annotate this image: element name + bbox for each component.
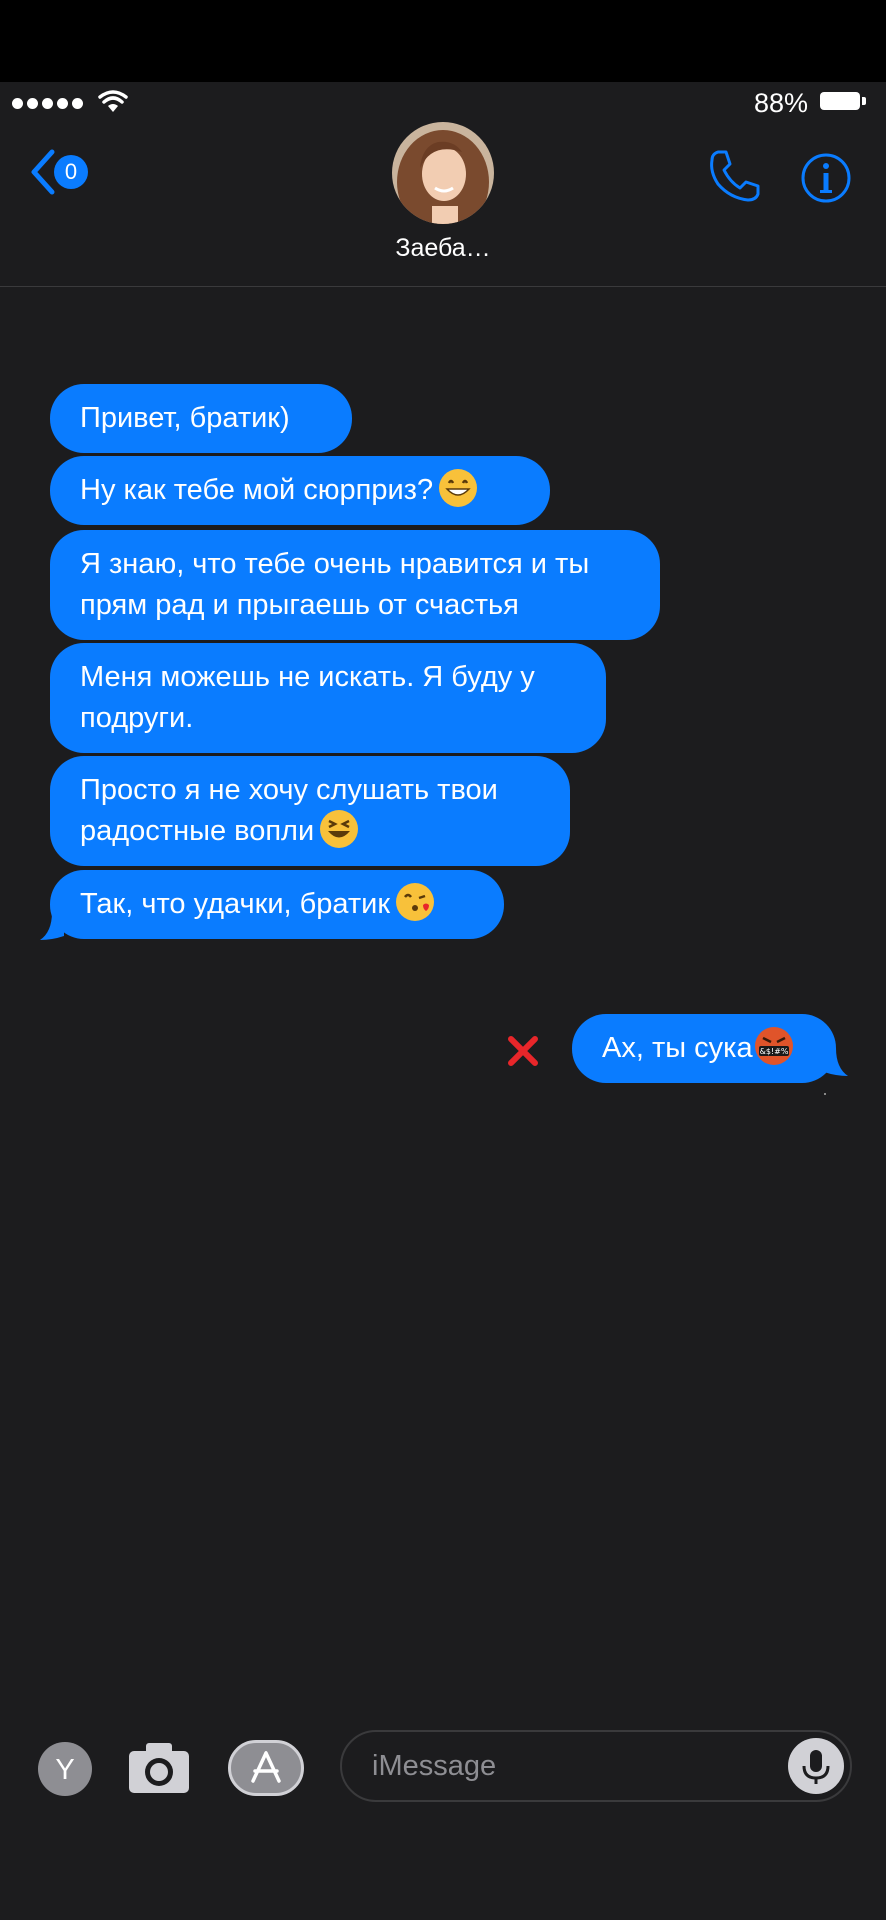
conversation-view	[0, 82, 886, 1920]
app-store-button[interactable]	[228, 1740, 304, 1796]
bubble-tail	[824, 1048, 848, 1076]
unread-count-badge: 0	[54, 155, 88, 189]
message-text-line: радостные вопли	[80, 815, 315, 847]
message-text-line: Меня можешь не искать. Я буду у	[80, 661, 535, 693]
battery-percentage: 88%	[753, 88, 808, 118]
contact-name[interactable]: Заеба…	[343, 234, 543, 263]
incoming-message[interactable]: Меня можешь не искать. Я буду у подруги.	[50, 643, 606, 753]
wifi-icon	[98, 90, 128, 112]
app-drawer-label: Y	[55, 1754, 74, 1786]
cursing-face-icon: &$!#%	[754, 1027, 793, 1066]
delivery-dot	[824, 1093, 826, 1095]
messages-screen: 88% 0 Заеба… Привет, братик) Ну как тебе…	[0, 0, 886, 1920]
info-icon[interactable]	[800, 152, 852, 204]
outgoing-message[interactable]: Ах, ты сука &$!#%	[572, 1014, 836, 1083]
phone-icon[interactable]	[706, 148, 762, 204]
avatar[interactable]	[392, 122, 494, 224]
bubble-tail	[40, 912, 64, 940]
laughing-face-icon	[320, 810, 359, 849]
cellular-signal-icon	[12, 98, 83, 109]
conversation-header: 0 Заеба…	[0, 122, 886, 287]
incoming-message[interactable]: Так, что удачки, братик	[50, 870, 504, 939]
app-store-icon	[251, 1751, 281, 1783]
incoming-message[interactable]: Привет, братик)	[50, 384, 352, 453]
battery-tip	[862, 97, 866, 105]
message-text: Так, что удачки, братик	[80, 888, 391, 920]
message-text: Ну как тебе мой сюрприз?	[80, 474, 434, 506]
message-text-line: подруги.	[80, 702, 194, 734]
message-input[interactable]: iMessage	[340, 1730, 852, 1802]
app-drawer-button[interactable]: Y	[38, 1742, 92, 1796]
kissing-face-icon	[396, 883, 435, 922]
grinning-face-icon	[439, 469, 478, 508]
message-input-placeholder: iMessage	[372, 1750, 497, 1782]
microphone-button[interactable]	[788, 1738, 844, 1794]
message-text-line: прям рад и прыгаешь от счастья	[80, 589, 519, 621]
camera-icon[interactable]	[128, 1742, 190, 1794]
message-text-line: Я знаю, что тебе очень нравится и ты	[80, 548, 590, 580]
chevron-left-icon	[31, 149, 55, 195]
incoming-message[interactable]: Ну как тебе мой сюрприз?	[50, 456, 550, 525]
incoming-message[interactable]: Я знаю, что тебе очень нравится и ты пря…	[50, 530, 660, 640]
back-button[interactable]: 0	[28, 148, 88, 196]
censored-symbols: &$!#%	[759, 1047, 788, 1056]
message-text: Ах, ты сука	[602, 1032, 753, 1064]
battery-icon	[820, 92, 860, 110]
status-bar: 88%	[0, 82, 886, 122]
incoming-message[interactable]: Просто я не хочу слушать твои радостные …	[50, 756, 570, 866]
contact-photo	[392, 122, 494, 224]
message-text: Привет, братик)	[80, 402, 290, 434]
message-text-line: Просто я не хочу слушать твои	[80, 774, 498, 806]
microphone-icon	[802, 1750, 830, 1784]
not-delivered-icon[interactable]	[506, 1034, 540, 1068]
